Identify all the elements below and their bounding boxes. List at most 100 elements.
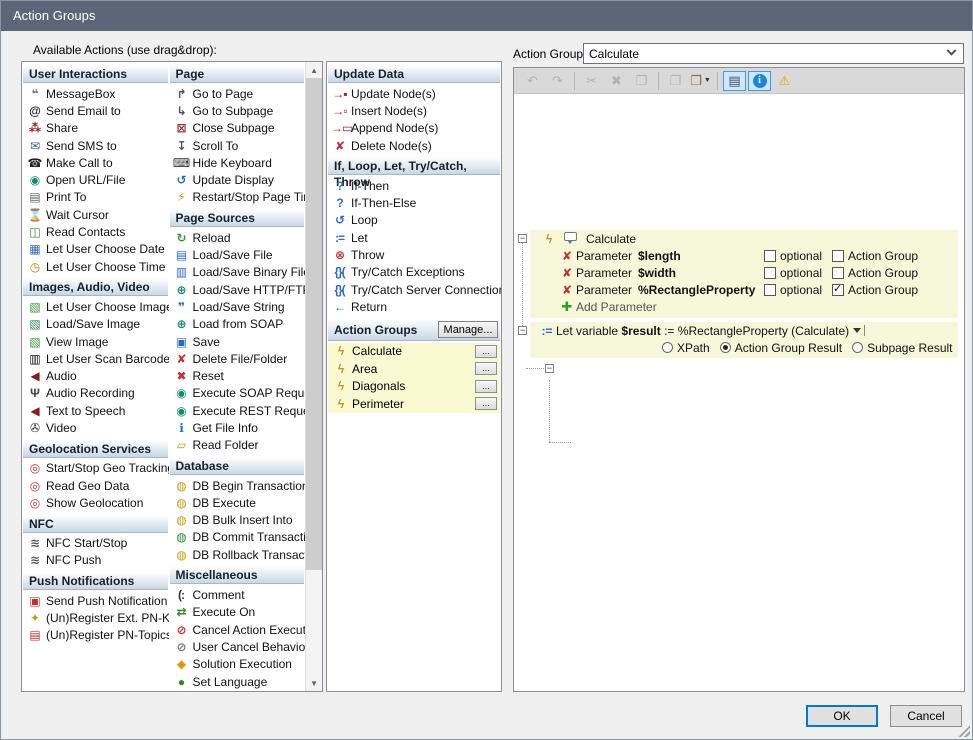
- action-item-show-geolocation[interactable]: ◎Show Geolocation: [22, 494, 169, 511]
- action-group-checkbox[interactable]: [832, 250, 844, 262]
- action-item-print-to[interactable]: ▤Print To: [22, 189, 169, 206]
- action-item-send-sms-to[interactable]: ✉Send SMS to: [22, 137, 169, 154]
- action-item-go-to-subpage[interactable]: ↳Go to Subpage: [169, 102, 306, 119]
- action-item-delete-file-folder[interactable]: ✘Delete File/Folder: [169, 350, 306, 367]
- let-variable-block[interactable]: := Let variable $result := %RectanglePro…: [530, 322, 958, 358]
- action-item-nfc-start-stop[interactable]: ≋NFC Start/Stop: [22, 535, 169, 552]
- action-item-execute-soap-request[interactable]: ◉Execute SOAP Request: [169, 385, 306, 402]
- action-item-un-register-ext-pn-key[interactable]: ✦(Un)Register Ext. PN-Key: [22, 609, 169, 626]
- action-item-let-user-scan-barcode[interactable]: ▥Let User Scan Barcode: [22, 350, 169, 367]
- delete-parameter-icon[interactable]: ✘: [558, 249, 576, 263]
- action-item-let-user-choose-time[interactable]: ◷Let User Choose Time: [22, 258, 169, 275]
- scrollbar-thumb[interactable]: [306, 78, 322, 570]
- action-item-comment[interactable]: (:Comment: [169, 586, 306, 603]
- info-icon[interactable]: i: [748, 71, 771, 91]
- action-item-embedded-message-back[interactable]: ✉Embedded Message Back: [169, 690, 306, 691]
- delete-parameter-icon[interactable]: ✘: [558, 283, 576, 297]
- action-item-messagebox[interactable]: ❝MessageBox: [22, 85, 169, 102]
- action-item-video[interactable]: ✇Video: [22, 419, 169, 436]
- action-item-db-commit-transaction[interactable]: ◍DB Commit Transaction: [169, 529, 306, 546]
- action-group-item-calculate[interactable]: ϟCalculate...: [328, 343, 500, 361]
- action-group-checkbox[interactable]: [832, 284, 844, 296]
- ok-button[interactable]: OK: [806, 705, 878, 727]
- action-item-user-cancel-behavior[interactable]: ⊘User Cancel Behavior: [169, 638, 306, 655]
- action-item-load-from-soap[interactable]: ⊕Load from SOAP: [169, 316, 306, 333]
- action-item-db-bulk-insert-into[interactable]: ◍DB Bulk Insert Into: [169, 512, 306, 529]
- action-item-if-then[interactable]: ?If-Then: [327, 177, 501, 194]
- action-item-cancel-action-execution[interactable]: ⊘Cancel Action Execution: [169, 621, 306, 638]
- parameter-row-length[interactable]: ✘Parameter$lengthoptionalAction Group: [530, 247, 958, 264]
- action-item-view-image[interactable]: ▧View Image: [22, 333, 169, 350]
- action-item-insert-node-s[interactable]: →▫Insert Node(s): [327, 102, 501, 119]
- action-item-let-user-choose-date[interactable]: ▦Let User Choose Date: [22, 241, 169, 258]
- action-item-send-email-to[interactable]: @Send Email to: [22, 102, 169, 119]
- action-group-checkbox[interactable]: [832, 267, 844, 279]
- action-item-try-catch-server-connection[interactable]: {}(Try/Catch Server Connection: [327, 281, 501, 298]
- action-item-load-save-image[interactable]: ▧Load/Save Image: [22, 316, 169, 333]
- action-item-hide-keyboard[interactable]: ⌨Hide Keyboard: [169, 154, 306, 171]
- action-item-send-push-notification[interactable]: ▣Send Push Notification: [22, 592, 169, 609]
- scroll-up-icon[interactable]: ▲: [306, 62, 322, 78]
- undo-icon[interactable]: ↶: [521, 71, 544, 91]
- action-group-item-area[interactable]: ϟArea...: [328, 360, 500, 378]
- action-item-restart-stop-page-timer[interactable]: ⚡Restart/Stop Page Timer: [169, 189, 306, 206]
- action-item-load-save-binary-file[interactable]: ▥Load/Save Binary File: [169, 264, 306, 281]
- radio-xpath[interactable]: [662, 342, 673, 353]
- paste-icon[interactable]: ❒: [664, 71, 687, 91]
- action-item-if-then-else[interactable]: ?If-Then-Else: [327, 194, 501, 211]
- action-item-audio-recording[interactable]: ΨAudio Recording: [22, 385, 169, 402]
- radio-action-group-result[interactable]: [720, 342, 731, 353]
- collapse-toggle[interactable]: −: [545, 364, 554, 373]
- action-item-scroll-to[interactable]: ↧Scroll To: [169, 137, 306, 154]
- optional-checkbox[interactable]: [764, 267, 776, 279]
- action-item-open-url-file[interactable]: ◉Open URL/File: [22, 171, 169, 188]
- action-item-load-save-string[interactable]: ❞Load/Save String: [169, 298, 306, 315]
- action-item-db-execute[interactable]: ◍DB Execute: [169, 494, 306, 511]
- action-group-item-diagonals[interactable]: ϟDiagonals...: [328, 378, 500, 396]
- action-item-un-register-pn-topics[interactable]: ▤(Un)Register PN-Topics: [22, 627, 169, 644]
- copy-icon[interactable]: ❐: [630, 71, 653, 91]
- action-item-text-to-speech[interactable]: ◀Text to Speech: [22, 402, 169, 419]
- edit-group-button[interactable]: ...: [475, 397, 497, 410]
- action-group-combobox[interactable]: Calculate: [583, 43, 964, 64]
- parameter-row-rectangleproperty[interactable]: ✘Parameter%RectanglePropertyoptionalActi…: [530, 281, 958, 298]
- action-item-set-language[interactable]: ●Set Language: [169, 673, 306, 690]
- action-item-load-save-http-ftp[interactable]: ⊕Load/Save HTTP/FTP: [169, 281, 306, 298]
- action-item-read-folder[interactable]: ▱Read Folder: [169, 437, 306, 454]
- collapse-toggle[interactable]: −: [518, 326, 527, 335]
- action-item-throw[interactable]: ⊗Throw: [327, 246, 501, 263]
- optional-checkbox[interactable]: [764, 284, 776, 296]
- action-item-execute-rest-request[interactable]: ◉Execute REST Request: [169, 402, 306, 419]
- action-item-share[interactable]: ⁂Share: [22, 120, 169, 137]
- action-item-read-contacts[interactable]: ◫Read Contacts: [22, 223, 169, 240]
- action-item-update-display[interactable]: ↺Update Display: [169, 171, 306, 188]
- dropdown-button[interactable]: [853, 325, 865, 336]
- edit-group-button[interactable]: ...: [475, 345, 497, 358]
- delete-parameter-icon[interactable]: ✘: [558, 266, 576, 280]
- left-panel-scrollbar[interactable]: ▲ ▼: [305, 62, 322, 691]
- action-item-make-call-to[interactable]: ☎Make Call to: [22, 154, 169, 171]
- action-item-solution-execution[interactable]: ◆Solution Execution: [169, 656, 306, 673]
- cut-icon[interactable]: ✂: [580, 71, 603, 91]
- action-item-read-geo-data[interactable]: ◎Read Geo Data: [22, 477, 169, 494]
- add-parameter-button[interactable]: ✚ Add Parameter: [530, 298, 958, 315]
- edit-group-button[interactable]: ...: [475, 362, 497, 375]
- cancel-button[interactable]: Cancel: [890, 705, 962, 727]
- window-title-bar[interactable]: Action Groups: [1, 1, 972, 31]
- edit-group-button[interactable]: ...: [475, 380, 497, 393]
- action-item-save[interactable]: ▣Save: [169, 333, 306, 350]
- action-item-reset[interactable]: ✖Reset: [169, 367, 306, 384]
- redo-icon[interactable]: ↷: [546, 71, 569, 91]
- manage-button[interactable]: Manage...: [438, 321, 498, 338]
- optional-checkbox[interactable]: [764, 250, 776, 262]
- action-item-execute-on[interactable]: ⇄Execute On: [169, 604, 306, 621]
- action-item-nfc-push[interactable]: ≋NFC Push: [22, 552, 169, 569]
- action-item-let[interactable]: :=Let: [327, 229, 501, 246]
- warning-icon[interactable]: ⚠: [773, 71, 796, 91]
- parameter-row-width[interactable]: ✘Parameter$widthoptionalAction Group: [530, 264, 958, 281]
- action-item-return[interactable]: ←Return: [327, 298, 501, 315]
- delete-icon[interactable]: ✖: [605, 71, 628, 91]
- collapse-toggle[interactable]: −: [518, 234, 527, 243]
- action-item-audio[interactable]: ◀Audio: [22, 367, 169, 384]
- scroll-down-icon[interactable]: ▼: [306, 675, 322, 691]
